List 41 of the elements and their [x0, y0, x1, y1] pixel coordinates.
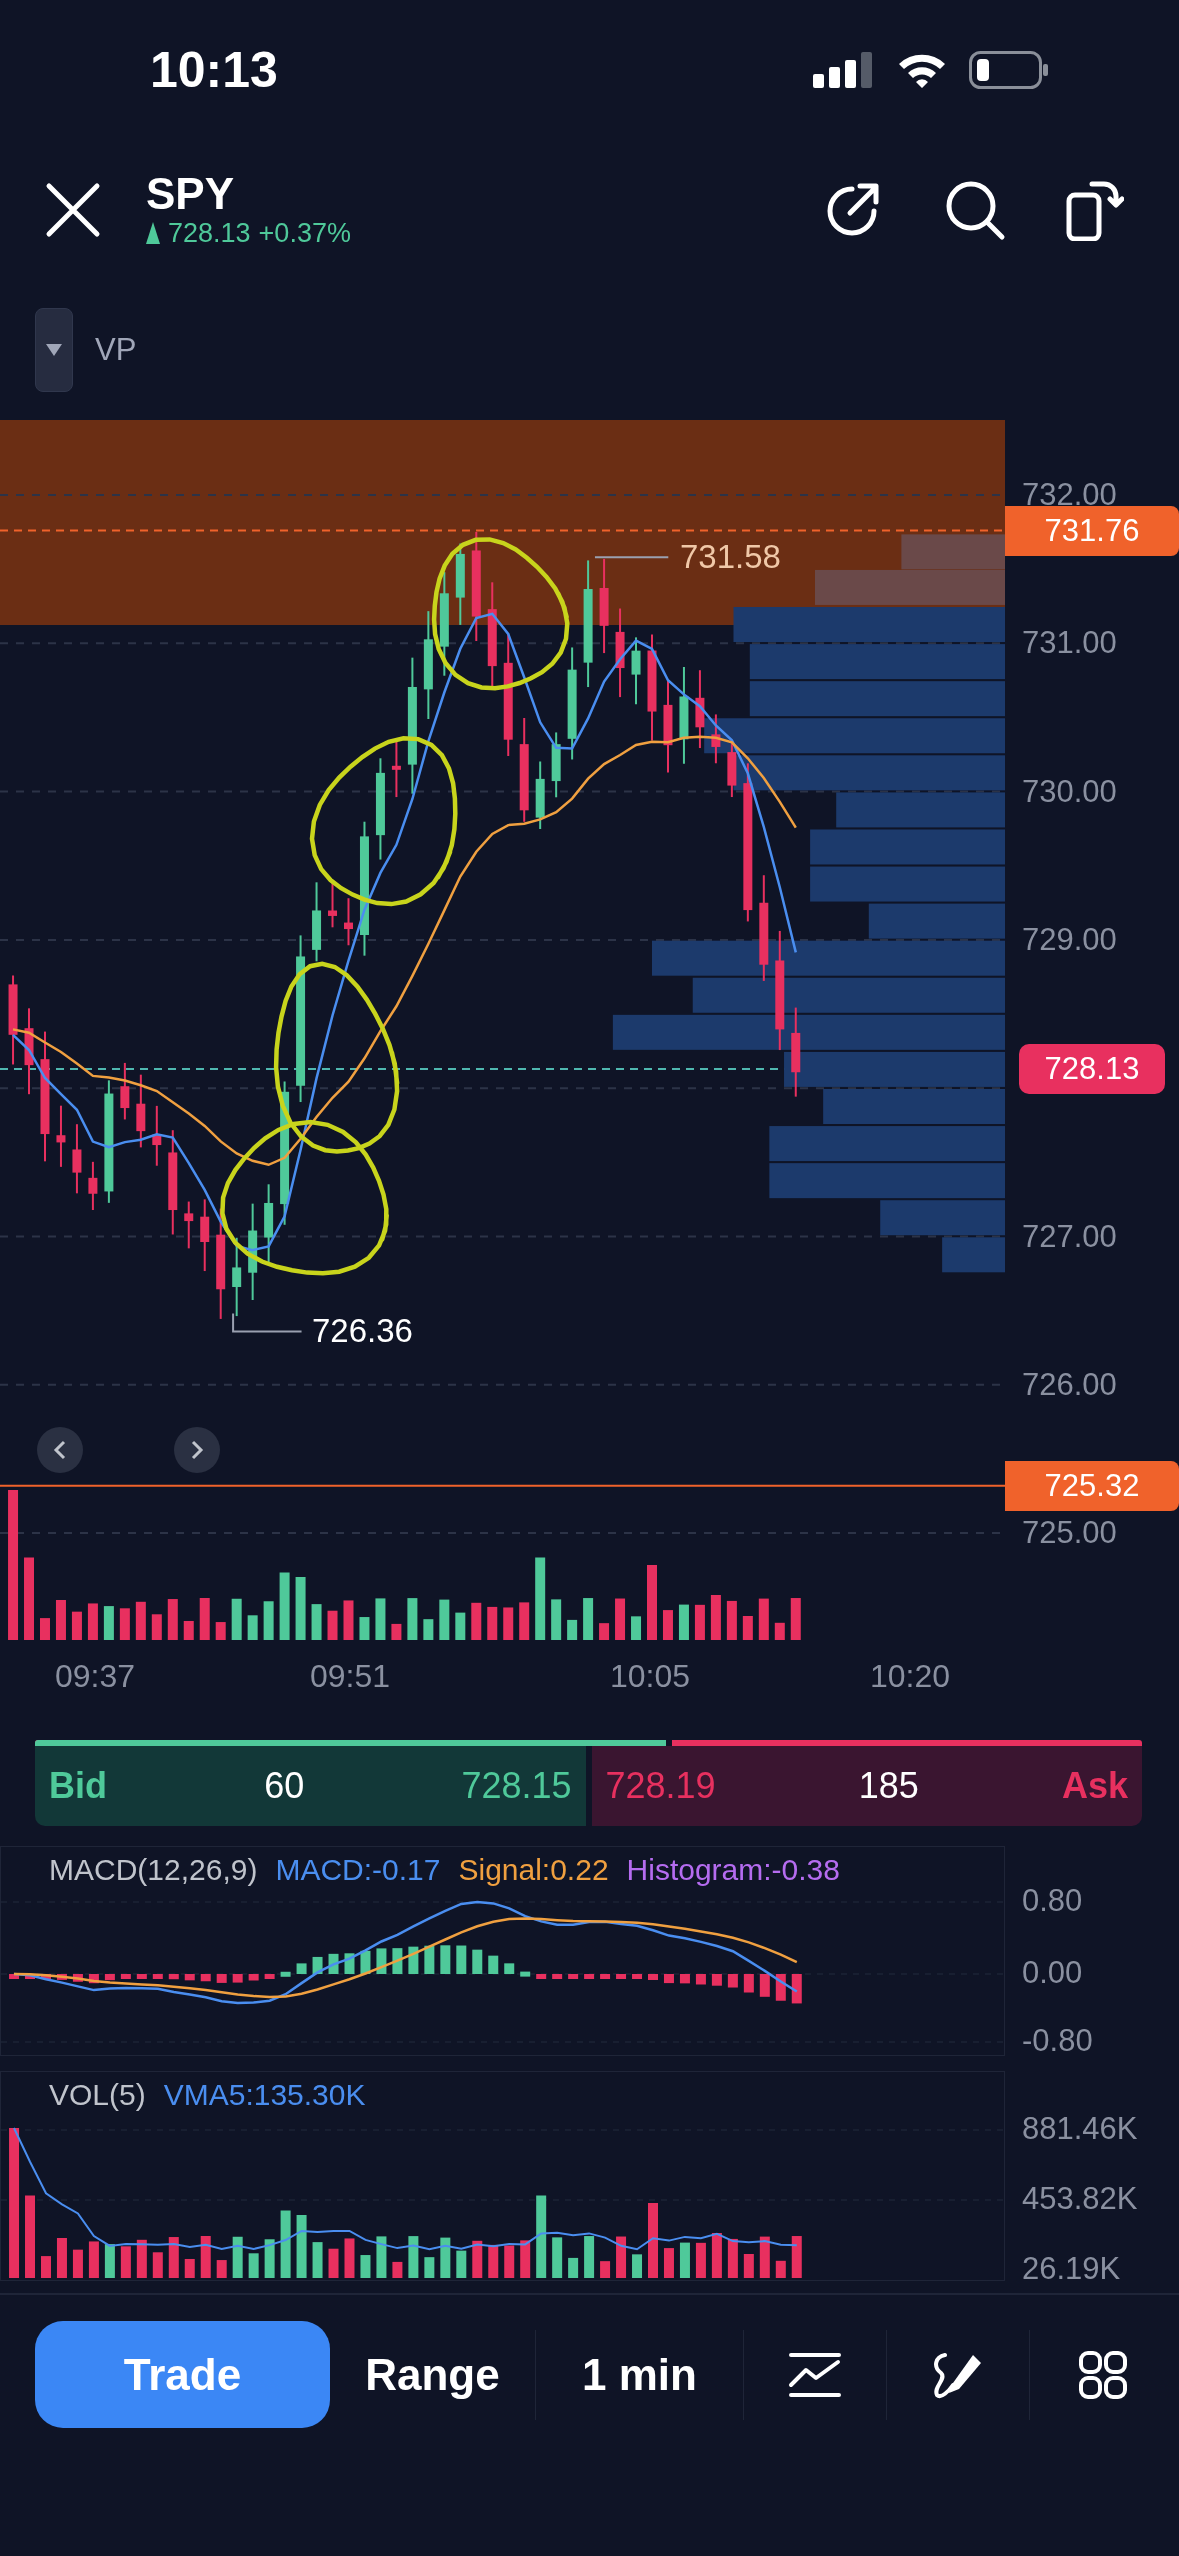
- ask-size: 185: [858, 1765, 919, 1807]
- time-axis-label: 09:37: [54, 1658, 136, 1695]
- indicator-value: MACD:-0.17: [275, 1853, 441, 1887]
- high-price-label: 731.58: [680, 538, 781, 577]
- price-change: +0.37%: [258, 217, 351, 249]
- price-badge: 725.32: [1005, 1460, 1179, 1511]
- bid-price: 728.15: [461, 1765, 572, 1807]
- price-axis-label: 726.00: [1022, 1366, 1117, 1403]
- price-axis-label: 727.00: [1022, 1218, 1117, 1255]
- macd-axis-label: 0.00: [1022, 1955, 1083, 1991]
- volume-axis-label: 453.82K: [1022, 2181, 1138, 2217]
- indicator-title: VOL(5): [49, 2078, 146, 2112]
- indicator-label: VP: [95, 332, 137, 368]
- macd-axis-label: 0.80: [1022, 1883, 1083, 1919]
- indicator-value: Histogram:-0.38: [626, 1853, 840, 1887]
- time-axis-label: 09:51: [309, 1658, 391, 1695]
- price-axis-label: 725.00: [1022, 1515, 1117, 1552]
- ask-label: Ask: [1061, 1765, 1128, 1807]
- time-axis-label: 10:05: [609, 1658, 691, 1695]
- indicator-value: VMA5:135.30K: [163, 2078, 366, 2112]
- low-price-label: 726.36: [312, 1312, 413, 1351]
- price-axis-label: 729.00: [1022, 921, 1117, 958]
- macd-axis-label: -0.80: [1022, 2023, 1093, 2059]
- range-button[interactable]: Range: [330, 2321, 535, 2428]
- price-badge: 731.76: [1005, 505, 1179, 556]
- price-badge: 728.13: [1019, 1043, 1165, 1094]
- bid-label: Bid: [49, 1765, 107, 1807]
- trade-button[interactable]: Trade: [35, 2321, 330, 2428]
- volume-axis-label: 26.19K: [1022, 2251, 1121, 2287]
- last-price: 728.13: [168, 217, 251, 249]
- price-axis-label: 730.00: [1022, 773, 1117, 810]
- ask-price: 728.19: [605, 1765, 716, 1807]
- indicator-value: Signal:0.22: [458, 1853, 609, 1887]
- volume-axis-label: 881.46K: [1022, 2111, 1138, 2147]
- time-axis-label: 10:20: [869, 1658, 951, 1695]
- bid-size: 60: [264, 1765, 305, 1807]
- status-time: 10:13: [150, 41, 278, 99]
- indicator-title: MACD(12,26,9): [49, 1853, 258, 1887]
- price-axis-label: 731.00: [1022, 625, 1117, 662]
- interval-button[interactable]: 1 min: [536, 2321, 743, 2428]
- ticker-symbol: SPY: [146, 171, 236, 218]
